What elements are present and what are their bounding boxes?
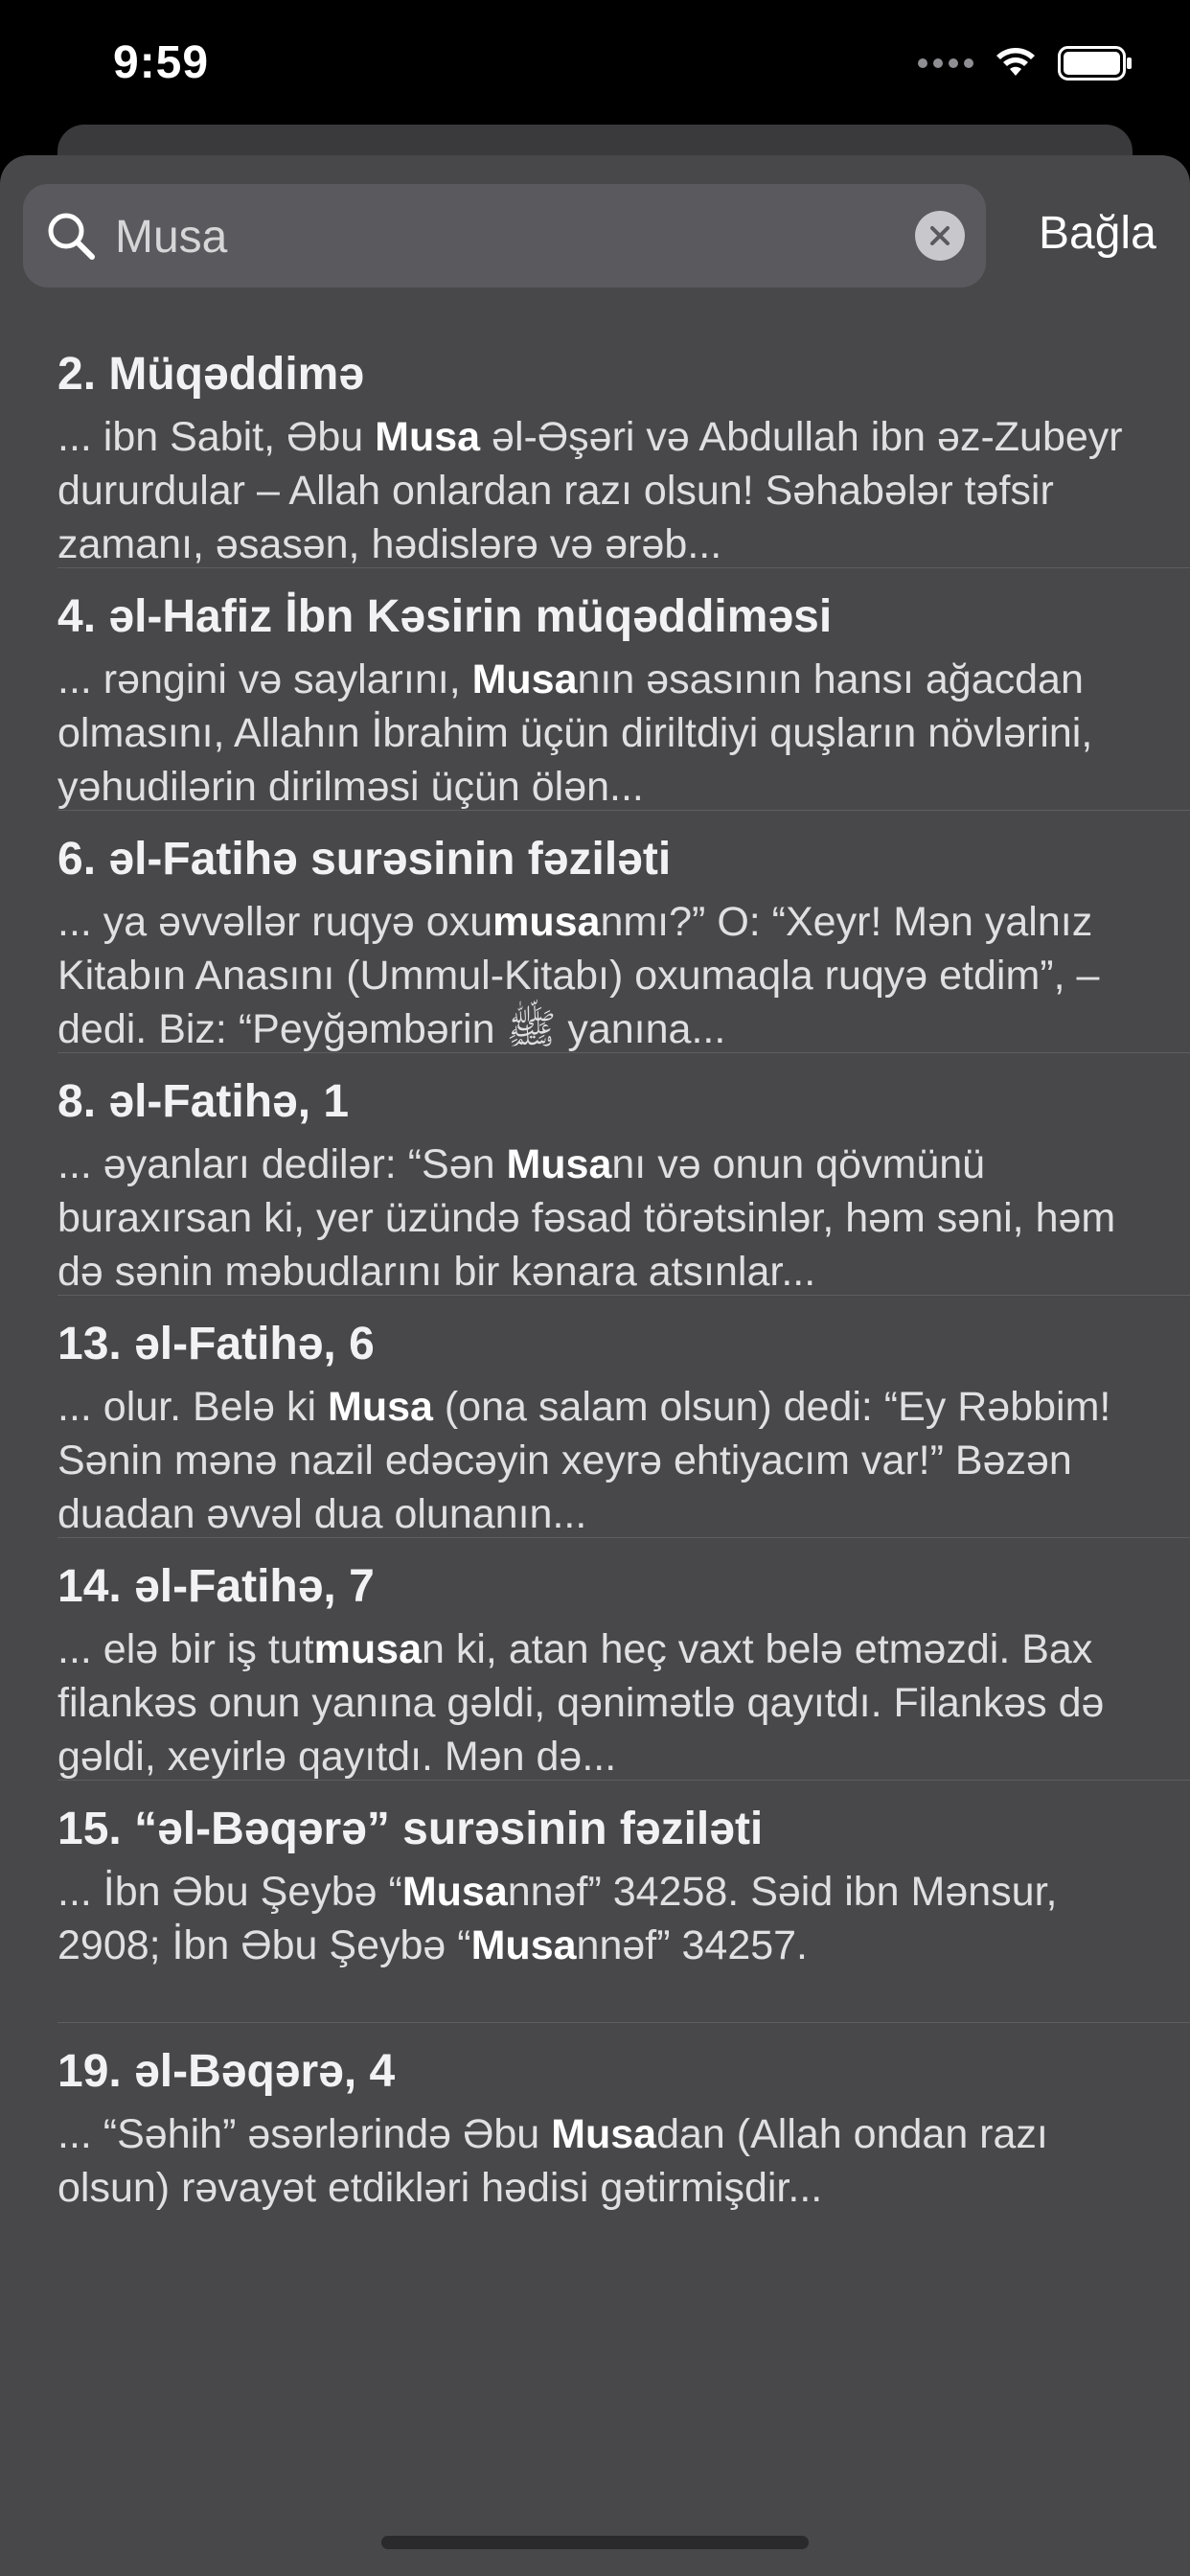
match-highlight: Musa xyxy=(401,1869,508,1915)
result-item[interactable]: 8. əl-Fatihə, 1 ... əyanları dedilər: “Sə… xyxy=(57,1053,1190,1296)
result-title: 2. Müqəddimə xyxy=(57,349,365,400)
snippet-text: ... elə bir iş tut xyxy=(57,1626,314,1672)
result-item[interactable]: 6. əl-Fatihə surəsinin fəziləti ... ya əv… xyxy=(57,811,1190,1053)
match-highlight: Musa xyxy=(551,2111,657,2157)
result-title: 14. əl-Fatihə, 7 xyxy=(57,1561,375,1612)
search-input[interactable] xyxy=(113,205,903,268)
match-highlight: musa xyxy=(313,1626,423,1672)
result-snippet: ... İbn Əbu Şeybə “Musannəf” 34258. Səid… xyxy=(57,1865,1161,1972)
close-button[interactable]: Bağla xyxy=(1039,207,1156,260)
result-item[interactable]: 19. əl-Bəqərə, 4 ... “Səhih” əsərlərində … xyxy=(57,2023,1190,2266)
result-item[interactable]: 13. əl-Fatihə, 6 ... olur. Belə ki Musa (… xyxy=(57,1296,1190,1538)
result-snippet: ... olur. Belə ki Musa (ona salam olsun)… xyxy=(57,1380,1161,1541)
cellular-signal-icon xyxy=(918,58,973,68)
result-title: 4. əl-Hafiz İbn Kəsirin müqəddiməsi xyxy=(57,591,833,642)
status-time: 9:59 xyxy=(113,37,210,88)
snippet-text: ... ibn Sabit, Əbu xyxy=(57,414,376,460)
result-snippet: ... ibn Sabit, Əbu Musa əl-Əşəri və Abdu… xyxy=(57,410,1161,571)
result-title: 13. əl-Fatihə, 6 xyxy=(57,1319,375,1369)
result-snippet: ... rəngini və saylarını, Musanın əsasın… xyxy=(57,653,1161,814)
snippet-text: nnəf” 34257. xyxy=(576,1922,809,1968)
result-snippet: ... əyanları dedilər: “Sən Musanı və onu… xyxy=(57,1138,1161,1299)
status-icons xyxy=(918,46,1133,80)
result-snippet: ... “Səhih” əsərlərində Əbu Musadan (All… xyxy=(57,2107,1161,2215)
match-highlight: musa xyxy=(492,899,601,945)
result-title: 15. “əl-Bəqərə” surəsinin fəziləti xyxy=(57,1804,764,1854)
status-bar: 9:59 xyxy=(0,0,1190,129)
result-title: 19. əl-Bəqərə, 4 xyxy=(57,2046,396,2097)
snippet-text: ... İbn Əbu Şeybə “ xyxy=(57,1869,402,1915)
result-item[interactable]: 14. əl-Fatihə, 7 ... elə bir iş tutmusan … xyxy=(57,1538,1190,1781)
search-row: Bağla xyxy=(23,184,1190,289)
search-results-list: 2. Müqəddimə ... ibn Sabit, Əbu Musa əl-Ə… xyxy=(0,326,1190,2266)
snippet-text: ... rəngini və saylarını, xyxy=(57,656,472,702)
clear-icon xyxy=(930,226,950,245)
match-highlight: Musa xyxy=(470,1922,577,1968)
snippet-text: ... əyanları dedilər: “Sən xyxy=(57,1141,507,1187)
home-indicator xyxy=(381,2536,809,2549)
clear-search-button[interactable] xyxy=(915,211,965,261)
snippet-text: ... ya əvvəllər ruqyə oxu xyxy=(57,899,493,945)
result-title: 6. əl-Fatihə surəsinin fəziləti xyxy=(57,834,672,885)
result-item[interactable]: 15. “əl-Bəqərə” surəsinin fəziləti ... İb… xyxy=(57,1781,1190,2023)
snippet-text: ... “Səhih” əsərlərində Əbu xyxy=(57,2111,552,2157)
wifi-icon xyxy=(996,48,1035,76)
result-snippet: ... ya əvvəllər ruqyə oxumusanmı?” O: “X… xyxy=(57,895,1161,1056)
result-title: 8. əl-Fatihə, 1 xyxy=(57,1076,350,1127)
match-highlight: Musa xyxy=(506,1141,612,1187)
match-highlight: Musa xyxy=(375,414,481,460)
result-snippet: ... elə bir iş tutmusan ki, atan heç vax… xyxy=(57,1622,1161,1783)
result-item[interactable]: 2. Müqəddimə ... ibn Sabit, Əbu Musa əl-Ə… xyxy=(57,326,1190,568)
bottom-area xyxy=(0,2442,1190,2576)
battery-icon xyxy=(1058,46,1132,80)
match-highlight: Musa xyxy=(471,656,578,702)
search-field[interactable] xyxy=(23,184,986,288)
search-icon xyxy=(48,213,95,260)
search-sheet: Bağla 2. Müqəddimə ... ibn Sabit, Əbu Mus… xyxy=(0,155,1190,2576)
result-item[interactable]: 4. əl-Hafiz İbn Kəsirin müqəddiməsi ... r… xyxy=(57,568,1190,811)
snippet-text: ... olur. Belə ki xyxy=(57,1384,329,1430)
match-highlight: Musa xyxy=(328,1384,433,1430)
